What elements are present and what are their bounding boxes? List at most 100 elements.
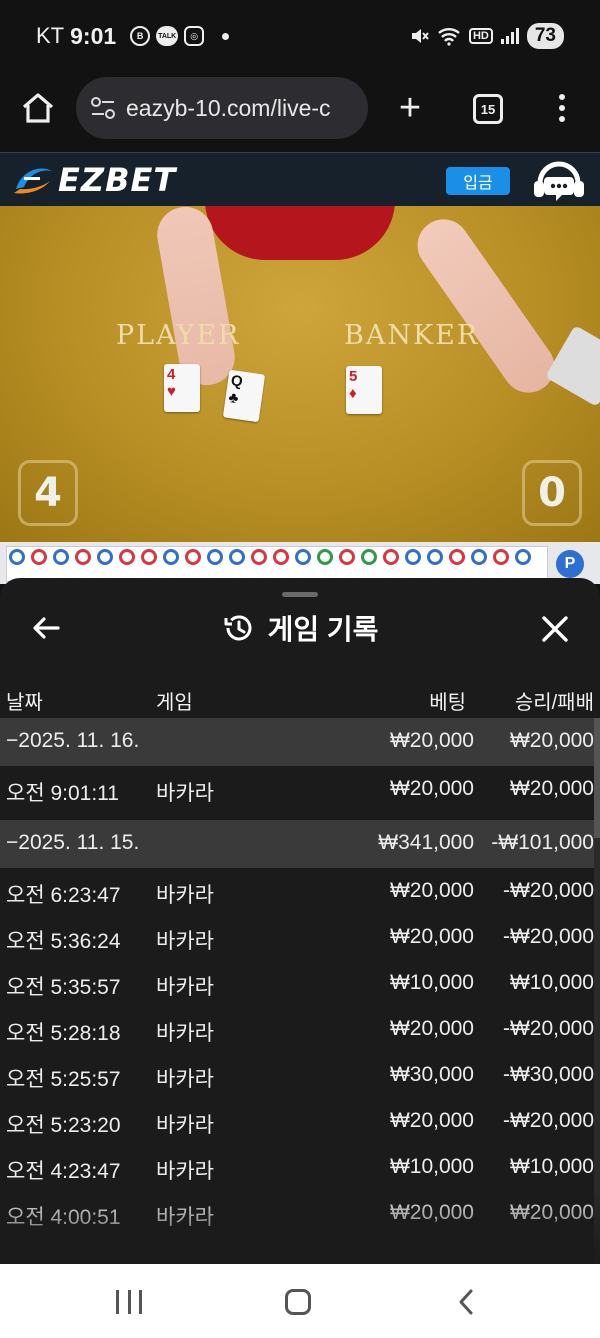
road-bead — [405, 549, 421, 565]
cell-bet: ₩20,000 — [389, 1017, 474, 1040]
column-header-bet: 베팅 — [429, 692, 466, 714]
recent-apps-icon[interactable] — [116, 1290, 142, 1314]
table-row: 오전 4:00:51 바카라 ₩20,000 ₩20,000 — [0, 1190, 594, 1236]
new-tab-button[interactable]: + — [394, 89, 426, 127]
site-logo[interactable]: EZBET — [12, 161, 176, 199]
site-settings-icon[interactable] — [90, 96, 116, 120]
road-bead — [273, 549, 289, 565]
system-back-icon[interactable] — [456, 1288, 476, 1316]
cell-result: -₩30,000 — [502, 1063, 594, 1086]
column-header-date: 날짜 — [6, 692, 43, 714]
road-bead — [163, 549, 179, 565]
browser-toolbar: eazyb-10.com/live-c + 15 — [0, 72, 600, 152]
cell-game: 바카라 — [156, 1160, 214, 1183]
cell-result: -₩101,000 — [491, 831, 594, 854]
dealer-dress — [205, 206, 395, 260]
kakaotalk-icon: TALK — [156, 26, 179, 46]
road-bead — [141, 549, 157, 565]
column-header-result: 승리/패배 — [514, 692, 594, 714]
table-row: 오전 9:01:11 바카라 ₩20,000 ₩20,000 — [0, 766, 594, 820]
cell-date: 오전 4:00:51 — [6, 1206, 121, 1229]
more-options-icon[interactable] — [552, 90, 572, 126]
address-bar[interactable]: eazyb-10.com/live-c — [76, 77, 368, 139]
cell-bet: ₩10,000 — [389, 1155, 474, 1178]
signal-icon — [500, 28, 519, 44]
home-button-icon[interactable] — [285, 1289, 311, 1315]
cell-bet: ₩30,000 — [389, 1063, 474, 1086]
carrier-label: KT — [36, 23, 65, 48]
cell-date: 오전 5:25:57 — [6, 1068, 121, 1091]
card-suit: ♦ — [349, 385, 357, 402]
road-bead — [229, 549, 245, 565]
table-row: 오전 5:23:20 바카라 ₩20,000 -₩20,000 — [0, 1098, 594, 1144]
clock: 9:01 — [70, 22, 117, 49]
player-area-label: PLAYER — [116, 320, 241, 351]
road-bead — [493, 549, 509, 565]
scrollbar-thumb[interactable] — [594, 718, 600, 838]
customer-support-icon[interactable] — [528, 157, 590, 205]
cell-result: ₩10,000 — [509, 971, 594, 994]
table-row: 오전 5:25:57 바카라 ₩30,000 -₩30,000 — [0, 1052, 594, 1098]
tab-switcher-button[interactable]: 15 — [473, 94, 503, 124]
url-text: eazyb-10.com/live-c — [126, 94, 331, 121]
cell-date: 오전 4:23:47 — [6, 1160, 121, 1183]
cell-result: -₩20,000 — [502, 1017, 594, 1040]
date-group-row[interactable]: −2025. 11. 16. ₩20,000 ₩20,000 — [0, 718, 594, 766]
wifi-icon — [438, 28, 460, 46]
dealer-right-arm — [407, 209, 565, 403]
deposit-button[interactable]: 입금 — [446, 167, 510, 195]
drag-handle[interactable] — [282, 592, 318, 597]
cell-result: -₩20,000 — [502, 1109, 594, 1132]
cell-game: 바카라 — [156, 1206, 214, 1229]
logo-text: EZBET — [58, 161, 177, 199]
road-bead — [75, 549, 91, 565]
history-icon — [224, 615, 252, 641]
banker-area-label: BANKER — [344, 320, 480, 351]
cell-date: 오전 9:01:11 — [6, 782, 119, 805]
cell-bet: ₩20,000 — [389, 729, 474, 752]
home-icon[interactable] — [20, 90, 56, 126]
cell-result: ₩20,000 — [509, 777, 594, 800]
cell-date: 오전 5:35:57 — [6, 976, 121, 999]
history-table[interactable]: −2025. 11. 16. ₩20,000 ₩20,000 오전 9:01:11 바카… — [0, 718, 594, 1236]
cell-game: 바카라 — [156, 1068, 214, 1091]
road-bead — [251, 549, 267, 565]
live-baccarat-video[interactable]: PLAYER BANKER 4 ♥ Q ♣ 5 ♦ 4 0 — [0, 206, 600, 542]
sheet-title-text: 게임 기록 — [267, 614, 379, 645]
date-group-row[interactable]: −2025. 11. 15. ₩341,000 -₩101,000 — [0, 820, 594, 868]
road-bead — [427, 549, 443, 565]
cell-bet: ₩20,000 — [389, 879, 474, 902]
player-card-1: 4 ♥ — [164, 364, 200, 412]
road-bead — [97, 549, 113, 565]
cell-game: 바카라 — [156, 976, 214, 999]
cell-result: ₩20,000 — [509, 729, 594, 752]
bead-road-grid — [6, 546, 548, 582]
cell-result: -₩20,000 — [502, 925, 594, 948]
cell-date: 오전 6:23:47 — [6, 884, 121, 907]
player-card-2: Q ♣ — [222, 369, 266, 423]
road-bead — [207, 549, 223, 565]
road-bead — [383, 549, 399, 565]
cell-result: ₩10,000 — [509, 1155, 594, 1178]
system-nav-bar — [0, 1264, 600, 1338]
banker-card-1: 5 ♦ — [346, 366, 382, 414]
notification-app-icon: B — [130, 26, 151, 46]
cell-date: 오전 5:28:18 — [6, 1022, 121, 1045]
cell-date: −2025. 11. 16. — [6, 729, 140, 752]
card-suit: ♥ — [167, 383, 176, 400]
road-bead — [185, 549, 201, 565]
site-header: EZBET 입금 — [0, 152, 600, 206]
cell-date: −2025. 11. 15. — [6, 831, 140, 854]
cell-game: 바카라 — [156, 930, 214, 953]
player-predict-button[interactable]: P — [556, 550, 584, 578]
road-bead — [9, 549, 25, 565]
cell-result: -₩20,000 — [502, 879, 594, 902]
close-icon[interactable] — [540, 614, 570, 644]
table-header: 날짜 게임 베팅 승리/패배 — [0, 682, 600, 718]
cell-bet: ₩20,000 — [389, 1109, 474, 1132]
road-bead — [449, 549, 465, 565]
card-rank: Q — [229, 372, 244, 391]
table-row: 오전 5:36:24 바카라 ₩20,000 -₩20,000 — [0, 914, 594, 960]
card-rank: 5 — [349, 368, 358, 385]
road-bead — [53, 549, 69, 565]
